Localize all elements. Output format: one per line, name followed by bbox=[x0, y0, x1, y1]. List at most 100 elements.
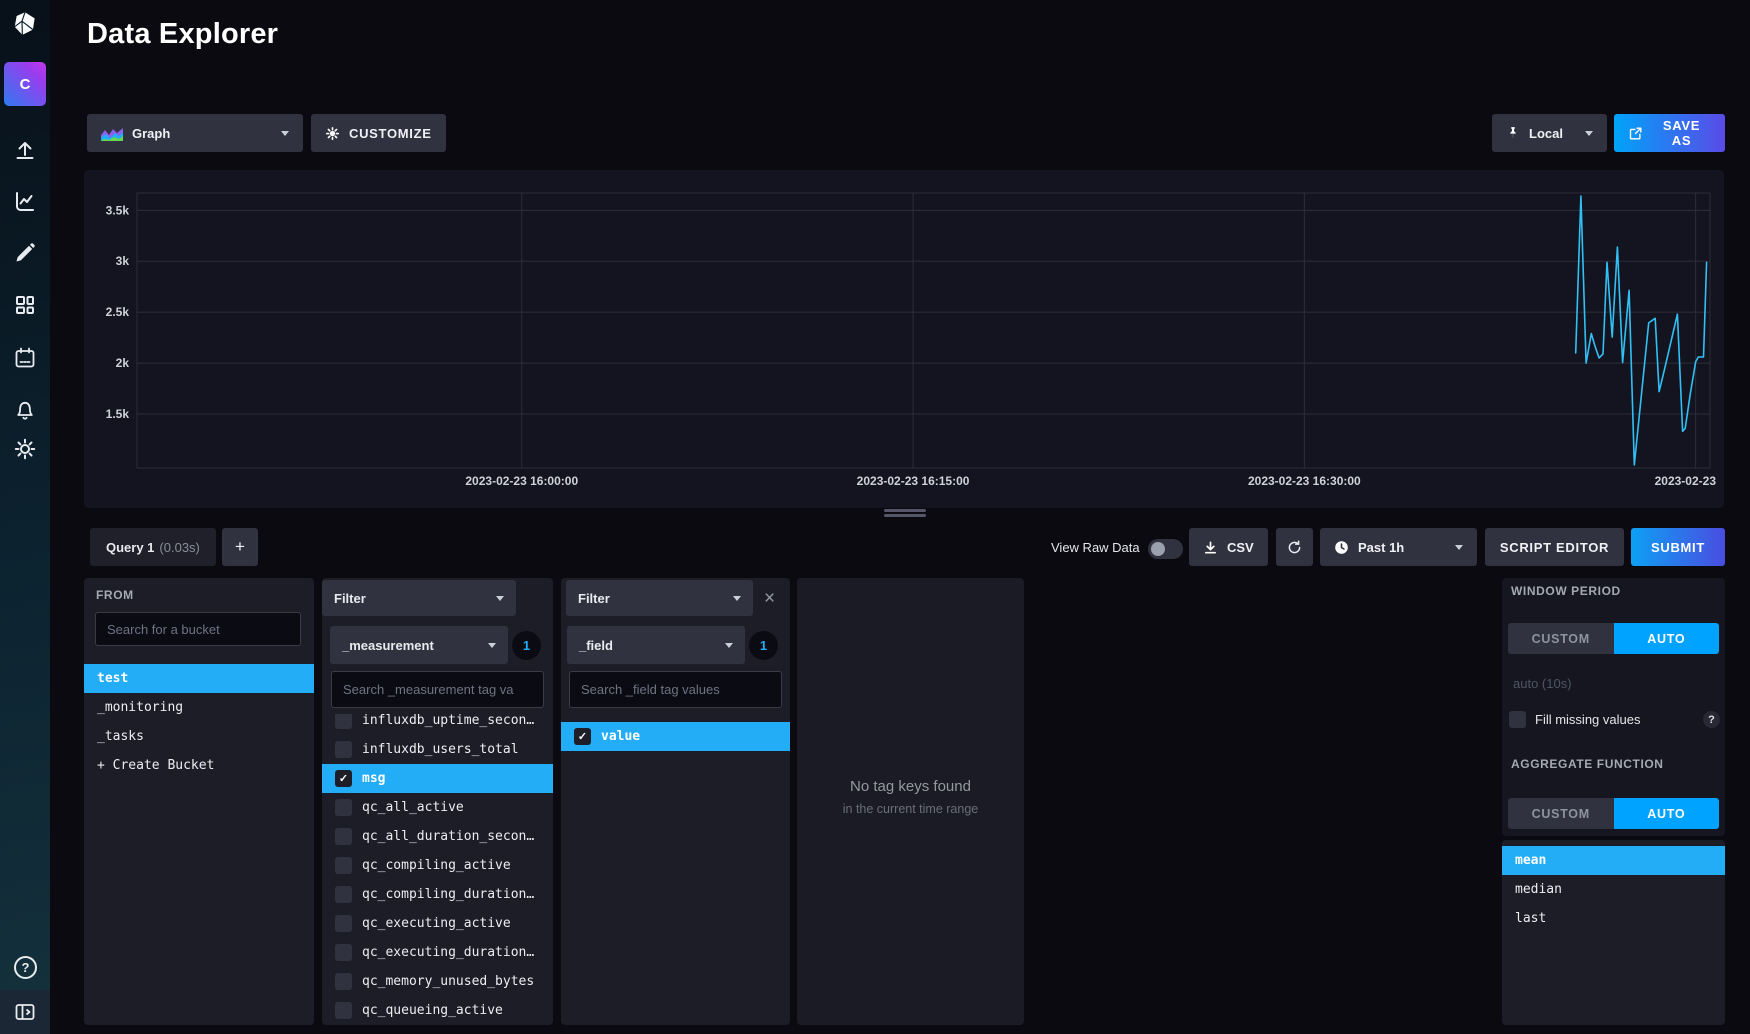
visualization-type-dropdown[interactable]: Graph bbox=[87, 114, 303, 152]
org-avatar[interactable]: C bbox=[4, 62, 46, 106]
bucket-item[interactable]: test bbox=[84, 664, 314, 693]
measurement-item-label: qc_compiling_active bbox=[362, 858, 511, 873]
window-period-title: WINDOW PERIOD bbox=[1511, 584, 1621, 598]
query-tab[interactable]: Query 1 (0.03s) bbox=[90, 528, 216, 566]
aggregate-auto-button[interactable]: AUTO bbox=[1614, 798, 1720, 829]
measurement-list: influxdb_uptime_secon…influxdb_users_tot… bbox=[322, 714, 553, 1025]
aggregate-function-panel: meanmedianlast bbox=[1502, 840, 1725, 1025]
measurement-item[interactable]: ✓msg bbox=[322, 764, 553, 793]
function-item[interactable]: mean bbox=[1502, 846, 1725, 875]
bucket-item[interactable]: + Create Bucket bbox=[84, 751, 314, 780]
checkbox[interactable]: ✓ bbox=[335, 770, 352, 787]
bucket-item-label: _tasks bbox=[97, 729, 144, 744]
checkbox[interactable] bbox=[335, 828, 352, 845]
measurement-item[interactable]: qc_compiling_active bbox=[322, 851, 553, 880]
tag-key-dropdown[interactable]: _field bbox=[567, 626, 745, 664]
function-item[interactable]: median bbox=[1502, 875, 1725, 904]
nav-sidebar: C ? bbox=[0, 0, 50, 1034]
measurement-item[interactable]: influxdb_uptime_secon… bbox=[322, 714, 553, 735]
add-query-button[interactable]: + bbox=[222, 528, 258, 566]
checkbox[interactable] bbox=[335, 973, 352, 990]
script-editor-button[interactable]: SCRIPT EDITOR bbox=[1485, 528, 1624, 566]
close-filter-icon[interactable]: × bbox=[764, 589, 775, 608]
time-series-chart[interactable]: 1.5k2k2.5k3k3.5k2023-02-23 16:00:002023-… bbox=[84, 170, 1724, 508]
influxdb-logo-icon[interactable] bbox=[12, 11, 38, 37]
refresh-button[interactable] bbox=[1276, 528, 1313, 566]
save-as-button[interactable]: SAVE AS bbox=[1614, 114, 1725, 152]
measurement-item[interactable]: qc_compiling_duration… bbox=[322, 880, 553, 909]
bucket-item[interactable]: _monitoring bbox=[84, 693, 314, 722]
window-auto-button[interactable]: AUTO bbox=[1614, 623, 1720, 654]
measurement-item[interactable]: influxdb_users_total bbox=[322, 735, 553, 764]
window-auto-value: auto (10s) bbox=[1513, 676, 1572, 691]
tasks-calendar-icon[interactable] bbox=[13, 346, 37, 370]
selected-count-badge: 1 bbox=[749, 631, 778, 660]
window-custom-button[interactable]: CUSTOM bbox=[1508, 623, 1614, 654]
tag-key-dropdown[interactable]: _measurement bbox=[330, 626, 508, 664]
submit-button[interactable]: SUBMIT bbox=[1631, 528, 1725, 566]
chevron-down-icon bbox=[488, 643, 496, 648]
local-dropdown[interactable]: Local bbox=[1492, 114, 1607, 152]
checkbox[interactable] bbox=[335, 799, 352, 816]
measurement-item[interactable]: qc_executing_active bbox=[322, 909, 553, 938]
measurement-item[interactable]: qc_queueing_active bbox=[322, 996, 553, 1025]
function-item[interactable]: last bbox=[1502, 904, 1725, 933]
tag-key-label: _measurement bbox=[342, 638, 434, 653]
checkbox[interactable] bbox=[335, 857, 352, 874]
data-explorer-window: C ? Data Explorer bbox=[0, 0, 1750, 1034]
view-raw-data-toggle[interactable] bbox=[1148, 539, 1183, 559]
bucket-search-input[interactable] bbox=[95, 612, 301, 646]
page-title: Data Explorer bbox=[87, 18, 278, 51]
checkbox[interactable] bbox=[335, 741, 352, 758]
chevron-down-icon bbox=[725, 643, 733, 648]
resize-drag-handle[interactable] bbox=[884, 509, 926, 519]
csv-download-button[interactable]: CSV bbox=[1189, 528, 1268, 566]
field-search-input[interactable] bbox=[569, 671, 782, 708]
empty-state-title: No tag keys found bbox=[797, 778, 1024, 795]
measurement-item[interactable]: qc_memory_unused_bytes bbox=[322, 967, 553, 996]
checkbox[interactable] bbox=[335, 886, 352, 903]
filter-type-dropdown[interactable]: Filter bbox=[566, 580, 753, 616]
checkbox[interactable] bbox=[335, 915, 352, 932]
svg-text:1.5k: 1.5k bbox=[106, 407, 130, 421]
checkbox[interactable] bbox=[335, 714, 352, 729]
time-range-dropdown[interactable]: Past 1h bbox=[1320, 528, 1477, 566]
data-explorer-icon[interactable] bbox=[13, 190, 37, 214]
graph-type-icon bbox=[101, 126, 123, 141]
filter-type-dropdown[interactable]: Filter bbox=[322, 580, 516, 616]
bucket-item[interactable]: _tasks bbox=[84, 722, 314, 751]
measurement-item[interactable]: qc_executing_duration… bbox=[322, 938, 553, 967]
measurement-search-input[interactable] bbox=[331, 671, 544, 708]
fill-missing-checkbox[interactable] bbox=[1509, 711, 1526, 728]
collapse-nav-icon[interactable] bbox=[13, 1000, 37, 1024]
measurement-item[interactable]: qc_all_active bbox=[322, 793, 553, 822]
notebooks-pencil-icon[interactable] bbox=[13, 241, 37, 265]
measurement-item[interactable]: qc_all_duration_secon… bbox=[322, 822, 553, 851]
chevron-down-icon bbox=[733, 596, 741, 601]
csv-label: CSV bbox=[1227, 540, 1254, 555]
tag-key-label: _field bbox=[579, 638, 613, 653]
checkbox[interactable]: ✓ bbox=[574, 728, 591, 745]
checkbox[interactable] bbox=[335, 944, 352, 961]
nav-footer bbox=[0, 990, 50, 1034]
measurement-item-label: qc_compiling_duration… bbox=[362, 887, 534, 902]
help-tooltip-icon[interactable]: ? bbox=[1703, 711, 1720, 728]
field-item[interactable]: ✓value bbox=[561, 722, 790, 751]
submit-label: SUBMIT bbox=[1651, 540, 1705, 555]
export-icon bbox=[1628, 126, 1643, 141]
aggregate-custom-button[interactable]: CUSTOM bbox=[1508, 798, 1614, 829]
from-panel-title: FROM bbox=[96, 588, 134, 602]
pin-icon bbox=[1506, 126, 1520, 140]
upload-icon[interactable] bbox=[13, 138, 37, 162]
tag-keys-panel: No tag keys found in the current time ra… bbox=[797, 578, 1024, 1025]
bucket-item-label: _monitoring bbox=[97, 700, 183, 715]
dashboards-icon[interactable] bbox=[13, 293, 37, 317]
query-tab-label: Query 1 bbox=[106, 540, 154, 555]
measurement-item-label: qc_all_duration_secon… bbox=[362, 829, 534, 844]
field-list: ✓value bbox=[561, 722, 790, 1025]
help-icon[interactable]: ? bbox=[14, 956, 37, 979]
customize-button[interactable]: CUSTOMIZE bbox=[311, 114, 446, 152]
checkbox[interactable] bbox=[335, 1002, 352, 1019]
settings-gear-icon[interactable] bbox=[13, 437, 37, 461]
alerts-bell-icon[interactable] bbox=[13, 398, 37, 422]
